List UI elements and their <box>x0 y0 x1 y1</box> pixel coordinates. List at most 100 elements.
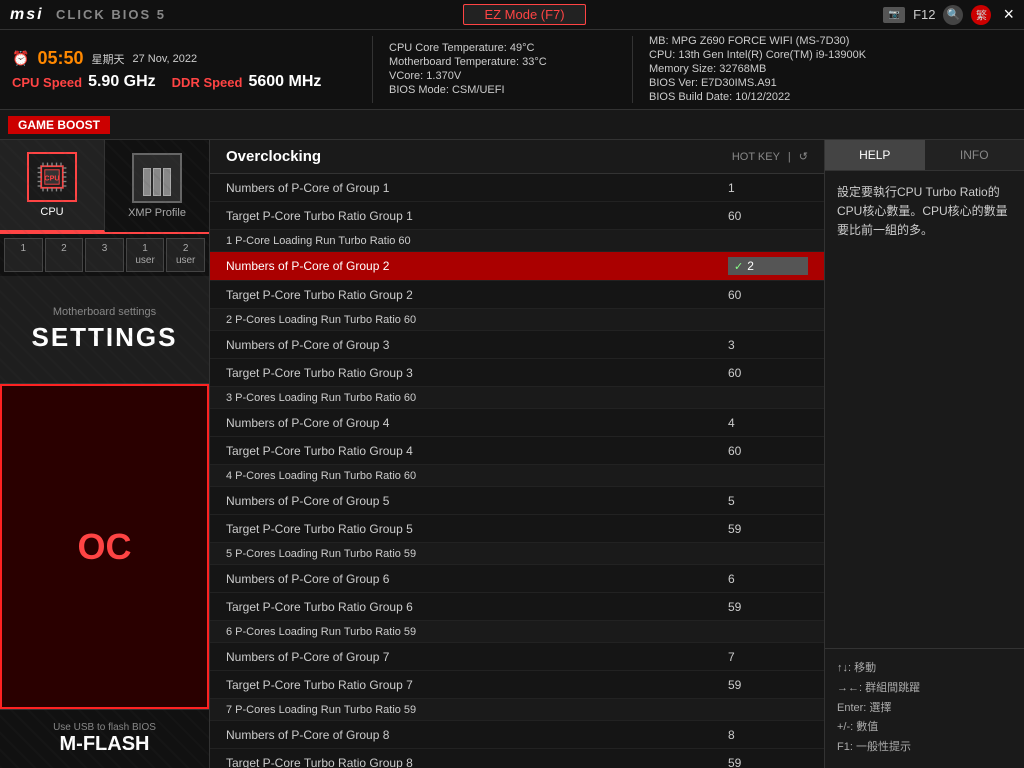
info-bar-mid: CPU Core Temperature: 49°C Motherboard T… <box>372 36 612 103</box>
table-row: 4 P-Cores Loading Run Turbo Ratio 60 <box>210 465 824 487</box>
usb-flash-section[interactable]: Use USB to flash BIOS M-FLASH <box>0 709 209 768</box>
table-row[interactable]: Target P-Core Turbo Ratio Group 1 60 <box>210 202 824 230</box>
row-value: 60 <box>728 288 808 302</box>
settings-section[interactable]: Motherboard settings SETTINGS <box>0 276 209 384</box>
row-label: 7 P-Cores Loading Run Turbo Ratio 59 <box>226 704 808 716</box>
table-row[interactable]: Numbers of P-Core of Group 5 5 <box>210 487 824 515</box>
cpu-icon-box: CPU <box>27 152 77 202</box>
help-footer-line: ↑↓: 移動 <box>837 659 1012 679</box>
table-row[interactable]: Target P-Core Turbo Ratio Group 7 59 <box>210 671 824 699</box>
game-boost-label[interactable]: GAME BOOST <box>8 116 110 134</box>
table-row[interactable]: Target P-Core Turbo Ratio Group 6 59 <box>210 593 824 621</box>
camera-icon[interactable]: 📷 <box>883 7 905 23</box>
xmp-btn-3[interactable]: 3 <box>85 238 124 272</box>
table-row[interactable]: Numbers of P-Core of Group 4 4 <box>210 409 824 437</box>
usb-main-label: M-FLASH <box>12 733 197 756</box>
search-icon[interactable]: 🔍 <box>943 5 963 25</box>
oc-table: Numbers of P-Core of Group 1 1 Target P-… <box>210 174 824 768</box>
table-row: 5 P-Cores Loading Run Turbo Ratio 59 <box>210 543 824 565</box>
row-value: 60 <box>728 444 808 458</box>
xmp-buttons-row: 1 2 3 1user 2user <box>0 234 209 276</box>
row-label: Target P-Core Turbo Ratio Group 7 <box>226 678 728 692</box>
right-panel: HELP INFO 設定要執行CPU Turbo Ratio的CPU核心數量。C… <box>824 140 1024 768</box>
row-label: 3 P-Cores Loading Run Turbo Ratio 60 <box>226 392 808 404</box>
ez-mode-button[interactable]: EZ Mode (F7) <box>463 4 585 25</box>
info-bar-right: MB: MPG Z690 FORCE WIFI (MS-7D30) CPU: 1… <box>632 36 866 103</box>
oc-section[interactable]: OC <box>0 384 209 709</box>
svg-text:CPU: CPU <box>44 174 59 183</box>
memory-icon <box>139 160 175 196</box>
table-row[interactable]: Numbers of P-Core of Group 2 ✓ 2 <box>210 252 824 281</box>
table-row[interactable]: Target P-Core Turbo Ratio Group 5 59 <box>210 515 824 543</box>
hotkey-refresh-icon[interactable]: ↺ <box>799 150 808 163</box>
table-row[interactable]: Numbers of P-Core of Group 1 1 <box>210 174 824 202</box>
oc-label: OC <box>78 526 132 568</box>
mb-model: MB: MPG Z690 FORCE WIFI (MS-7D30) <box>649 35 866 47</box>
row-value: 59 <box>728 756 808 768</box>
row-label: 2 P-Cores Loading Run Turbo Ratio 60 <box>226 314 808 326</box>
row-value: ✓ 2 <box>728 257 808 275</box>
help-footer-line: +/-: 數值 <box>837 718 1012 738</box>
date-display: 27 Nov, 2022 <box>132 53 197 65</box>
time-display: 05:50 <box>37 48 83 69</box>
row-label: 6 P-Cores Loading Run Turbo Ratio 59 <box>226 626 808 638</box>
table-row[interactable]: Target P-Core Turbo Ratio Group 2 60 <box>210 281 824 309</box>
cpu-speed-value: 5.90 GHz <box>88 73 156 91</box>
row-label: Target P-Core Turbo Ratio Group 2 <box>226 288 728 302</box>
xmp-btn-1[interactable]: 1 <box>4 238 43 272</box>
vcore: VCore: 1.370V <box>389 70 612 82</box>
language-icon[interactable]: 繁 <box>971 5 991 25</box>
row-label: Numbers of P-Core of Group 6 <box>226 572 728 586</box>
close-button[interactable]: × <box>1003 4 1014 25</box>
sidebar: CPU <box>0 140 210 768</box>
top-bar-right: 📷 F12 🔍 繁 × <box>883 4 1014 25</box>
game-boost-bar: GAME BOOST <box>0 110 1024 140</box>
oc-section-title: Overclocking <box>226 148 321 165</box>
help-footer-line: Enter: 選擇 <box>837 699 1012 719</box>
time-row: ⏰ 05:50 星期天 27 Nov, 2022 <box>12 48 352 69</box>
sidebar-tab-cpu[interactable]: CPU <box>0 140 105 232</box>
row-value: 6 <box>728 572 808 586</box>
row-label: Target P-Core Turbo Ratio Group 4 <box>226 444 728 458</box>
xmp-btn-user1[interactable]: 1user <box>126 238 165 272</box>
weekday-display: 星期天 <box>91 51 124 67</box>
row-label: 1 P-Core Loading Run Turbo Ratio 60 <box>226 235 808 247</box>
row-label: Target P-Core Turbo Ratio Group 5 <box>226 522 728 536</box>
table-row[interactable]: Numbers of P-Core of Group 7 7 <box>210 643 824 671</box>
row-value: 8 <box>728 728 808 742</box>
tab-help[interactable]: HELP <box>825 140 925 170</box>
app-logo: msi CLICK BIOS 5 <box>10 6 166 24</box>
table-row[interactable]: Target P-Core Turbo Ratio Group 8 59 <box>210 749 824 768</box>
oc-table-inner[interactable]: Numbers of P-Core of Group 1 1 Target P-… <box>210 174 824 768</box>
sidebar-tab-xmp[interactable]: XMP Profile <box>105 140 209 232</box>
info-bar-left: ⏰ 05:50 星期天 27 Nov, 2022 CPU Speed 5.90 … <box>12 36 352 103</box>
ddr-speed-item: DDR Speed 5600 MHz <box>172 73 322 91</box>
row-label: Target P-Core Turbo Ratio Group 6 <box>226 600 728 614</box>
settings-main-label: SETTINGS <box>31 322 177 353</box>
row-label: 4 P-Cores Loading Run Turbo Ratio 60 <box>226 470 808 482</box>
table-row[interactable]: Numbers of P-Core of Group 6 6 <box>210 565 824 593</box>
ddr-speed-label: DDR Speed <box>172 75 243 90</box>
table-row: 3 P-Cores Loading Run Turbo Ratio 60 <box>210 387 824 409</box>
xmp-btn-2[interactable]: 2 <box>45 238 84 272</box>
table-row[interactable]: Target P-Core Turbo Ratio Group 4 60 <box>210 437 824 465</box>
cpu-speed-label: CPU Speed <box>12 75 82 90</box>
table-row[interactable]: Numbers of P-Core of Group 3 3 <box>210 331 824 359</box>
row-value: 60 <box>728 366 808 380</box>
table-row[interactable]: Numbers of P-Core of Group 8 8 <box>210 721 824 749</box>
bios-ver: BIOS Ver: E7D30IMS.A91 <box>649 77 866 89</box>
row-value: 5 <box>728 494 808 508</box>
row-label: Numbers of P-Core of Group 3 <box>226 338 728 352</box>
cpu-model: CPU: 13th Gen Intel(R) Core(TM) i9-13900… <box>649 49 866 61</box>
row-label: Numbers of P-Core of Group 8 <box>226 728 728 742</box>
xmp-icon-box <box>132 153 182 203</box>
cpu-temp: CPU Core Temperature: 49°C <box>389 42 612 54</box>
row-label: Target P-Core Turbo Ratio Group 3 <box>226 366 728 380</box>
tab-info[interactable]: INFO <box>925 140 1024 170</box>
row-value: 59 <box>728 678 808 692</box>
usb-sub-label: Use USB to flash BIOS <box>12 722 197 733</box>
right-tabs: HELP INFO <box>825 140 1024 171</box>
table-row[interactable]: Target P-Core Turbo Ratio Group 3 60 <box>210 359 824 387</box>
clock-icon: ⏰ <box>12 50 29 67</box>
xmp-btn-user2[interactable]: 2user <box>166 238 205 272</box>
